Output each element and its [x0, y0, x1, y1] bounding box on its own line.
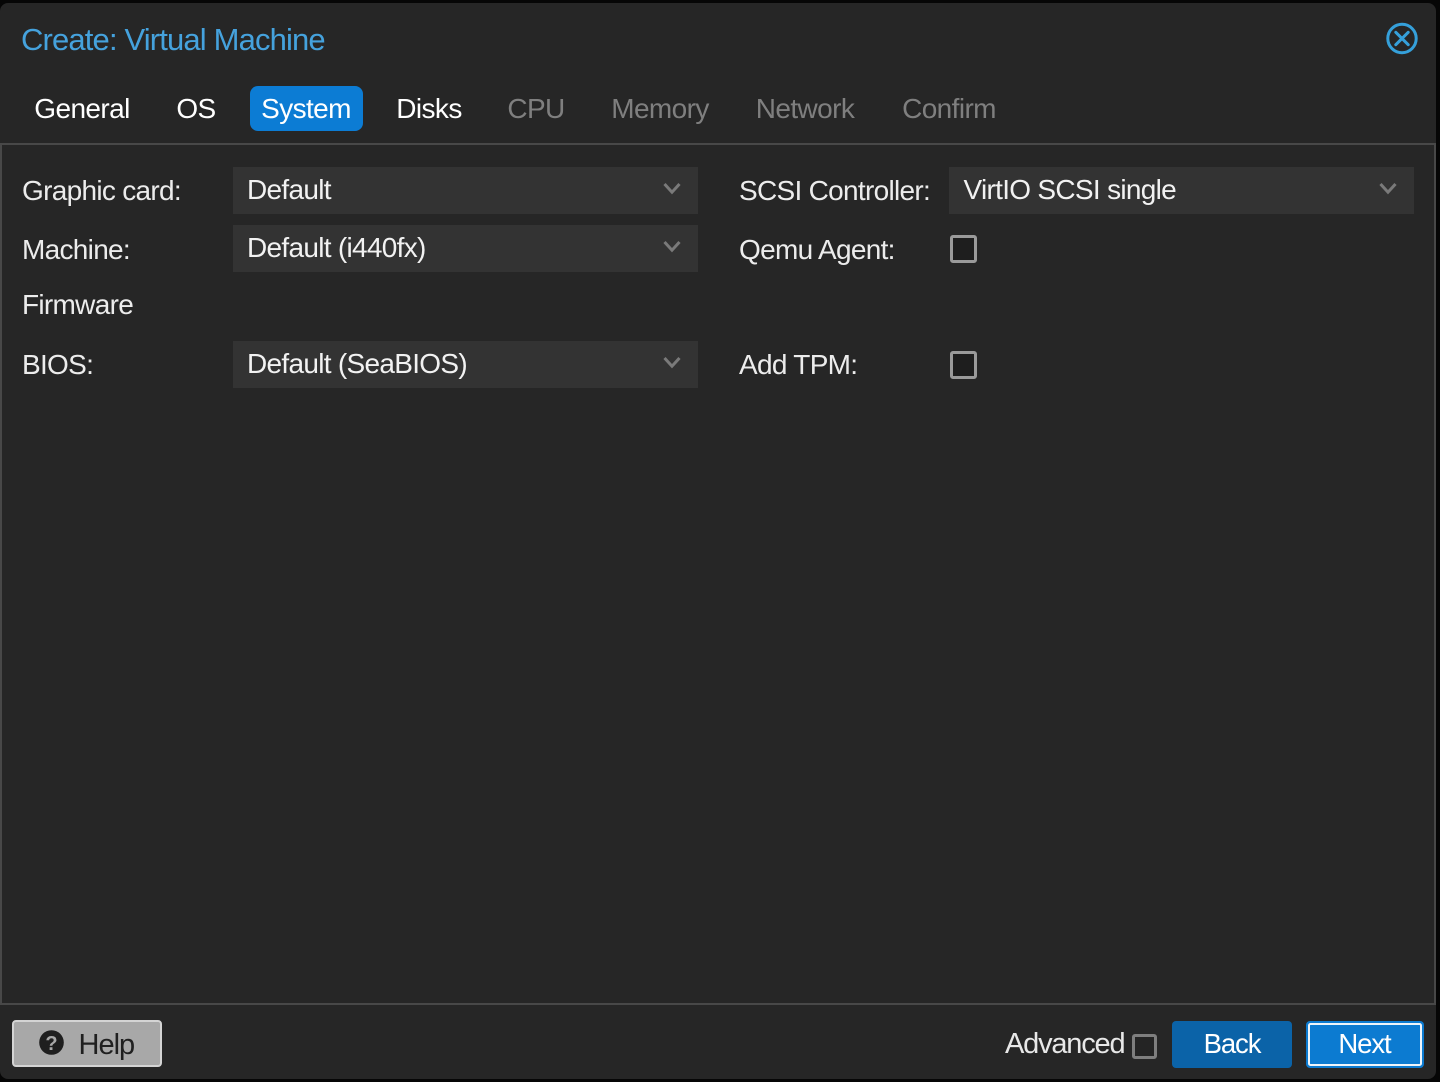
svg-text:?: ? [45, 1033, 57, 1055]
